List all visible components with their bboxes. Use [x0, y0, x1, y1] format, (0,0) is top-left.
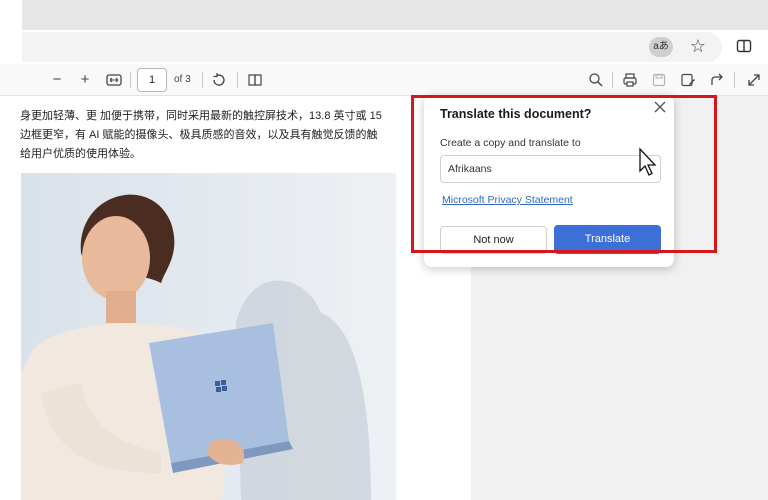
browser-window: aあ ☆ − + 1 of 3 身更加轻薄、更 加便于携带，同时采用最新的触控屏… — [0, 0, 768, 500]
fit-width-icon[interactable] — [106, 73, 122, 87]
toolbar-divider — [734, 72, 735, 88]
paragraph-line: 给用户优质的使用体验。 — [20, 148, 141, 160]
star-icon[interactable]: ☆ — [688, 36, 708, 56]
zoom-in-button[interactable]: + — [78, 70, 92, 90]
address-bar[interactable] — [22, 32, 722, 62]
rotate-icon[interactable] — [211, 72, 227, 88]
zoom-out-button[interactable]: − — [50, 70, 64, 90]
save-icon[interactable] — [651, 72, 667, 88]
document-paragraph: 身更加轻薄、更 加便于携带，同时采用最新的触控屏技术，13.8 英寸或 15 边… — [20, 107, 400, 164]
read-aloud-icon[interactable]: aあ — [649, 37, 673, 57]
page-number-input[interactable]: 1 — [137, 68, 167, 92]
highlight-frame — [411, 95, 717, 253]
tab-strip — [22, 0, 768, 30]
tab-strip-edge — [0, 0, 22, 30]
toolbar-divider — [612, 72, 613, 88]
split-screen-icon[interactable] — [736, 38, 752, 54]
search-icon[interactable] — [588, 72, 604, 88]
cursor-icon — [639, 147, 657, 176]
print-icon[interactable] — [622, 72, 638, 88]
expand-icon[interactable] — [746, 72, 762, 88]
save-as-icon[interactable] — [680, 72, 696, 88]
toolbar-divider — [202, 72, 203, 88]
paragraph-line: 边框更窄，有 AI 赋能的摄像头、极具质感的音效，以及具有触觉反馈的触 — [20, 129, 378, 141]
product-photo — [21, 173, 396, 500]
paragraph-line: 身更加轻薄、更 加便于携带，同时采用最新的触控屏技术，13.8 英寸或 15 — [20, 110, 382, 122]
toolbar-divider — [130, 72, 131, 88]
page-view-icon[interactable] — [247, 72, 263, 88]
toolbar-divider — [237, 72, 238, 88]
share-icon[interactable] — [709, 72, 725, 88]
page-total: of 3 — [174, 74, 191, 85]
